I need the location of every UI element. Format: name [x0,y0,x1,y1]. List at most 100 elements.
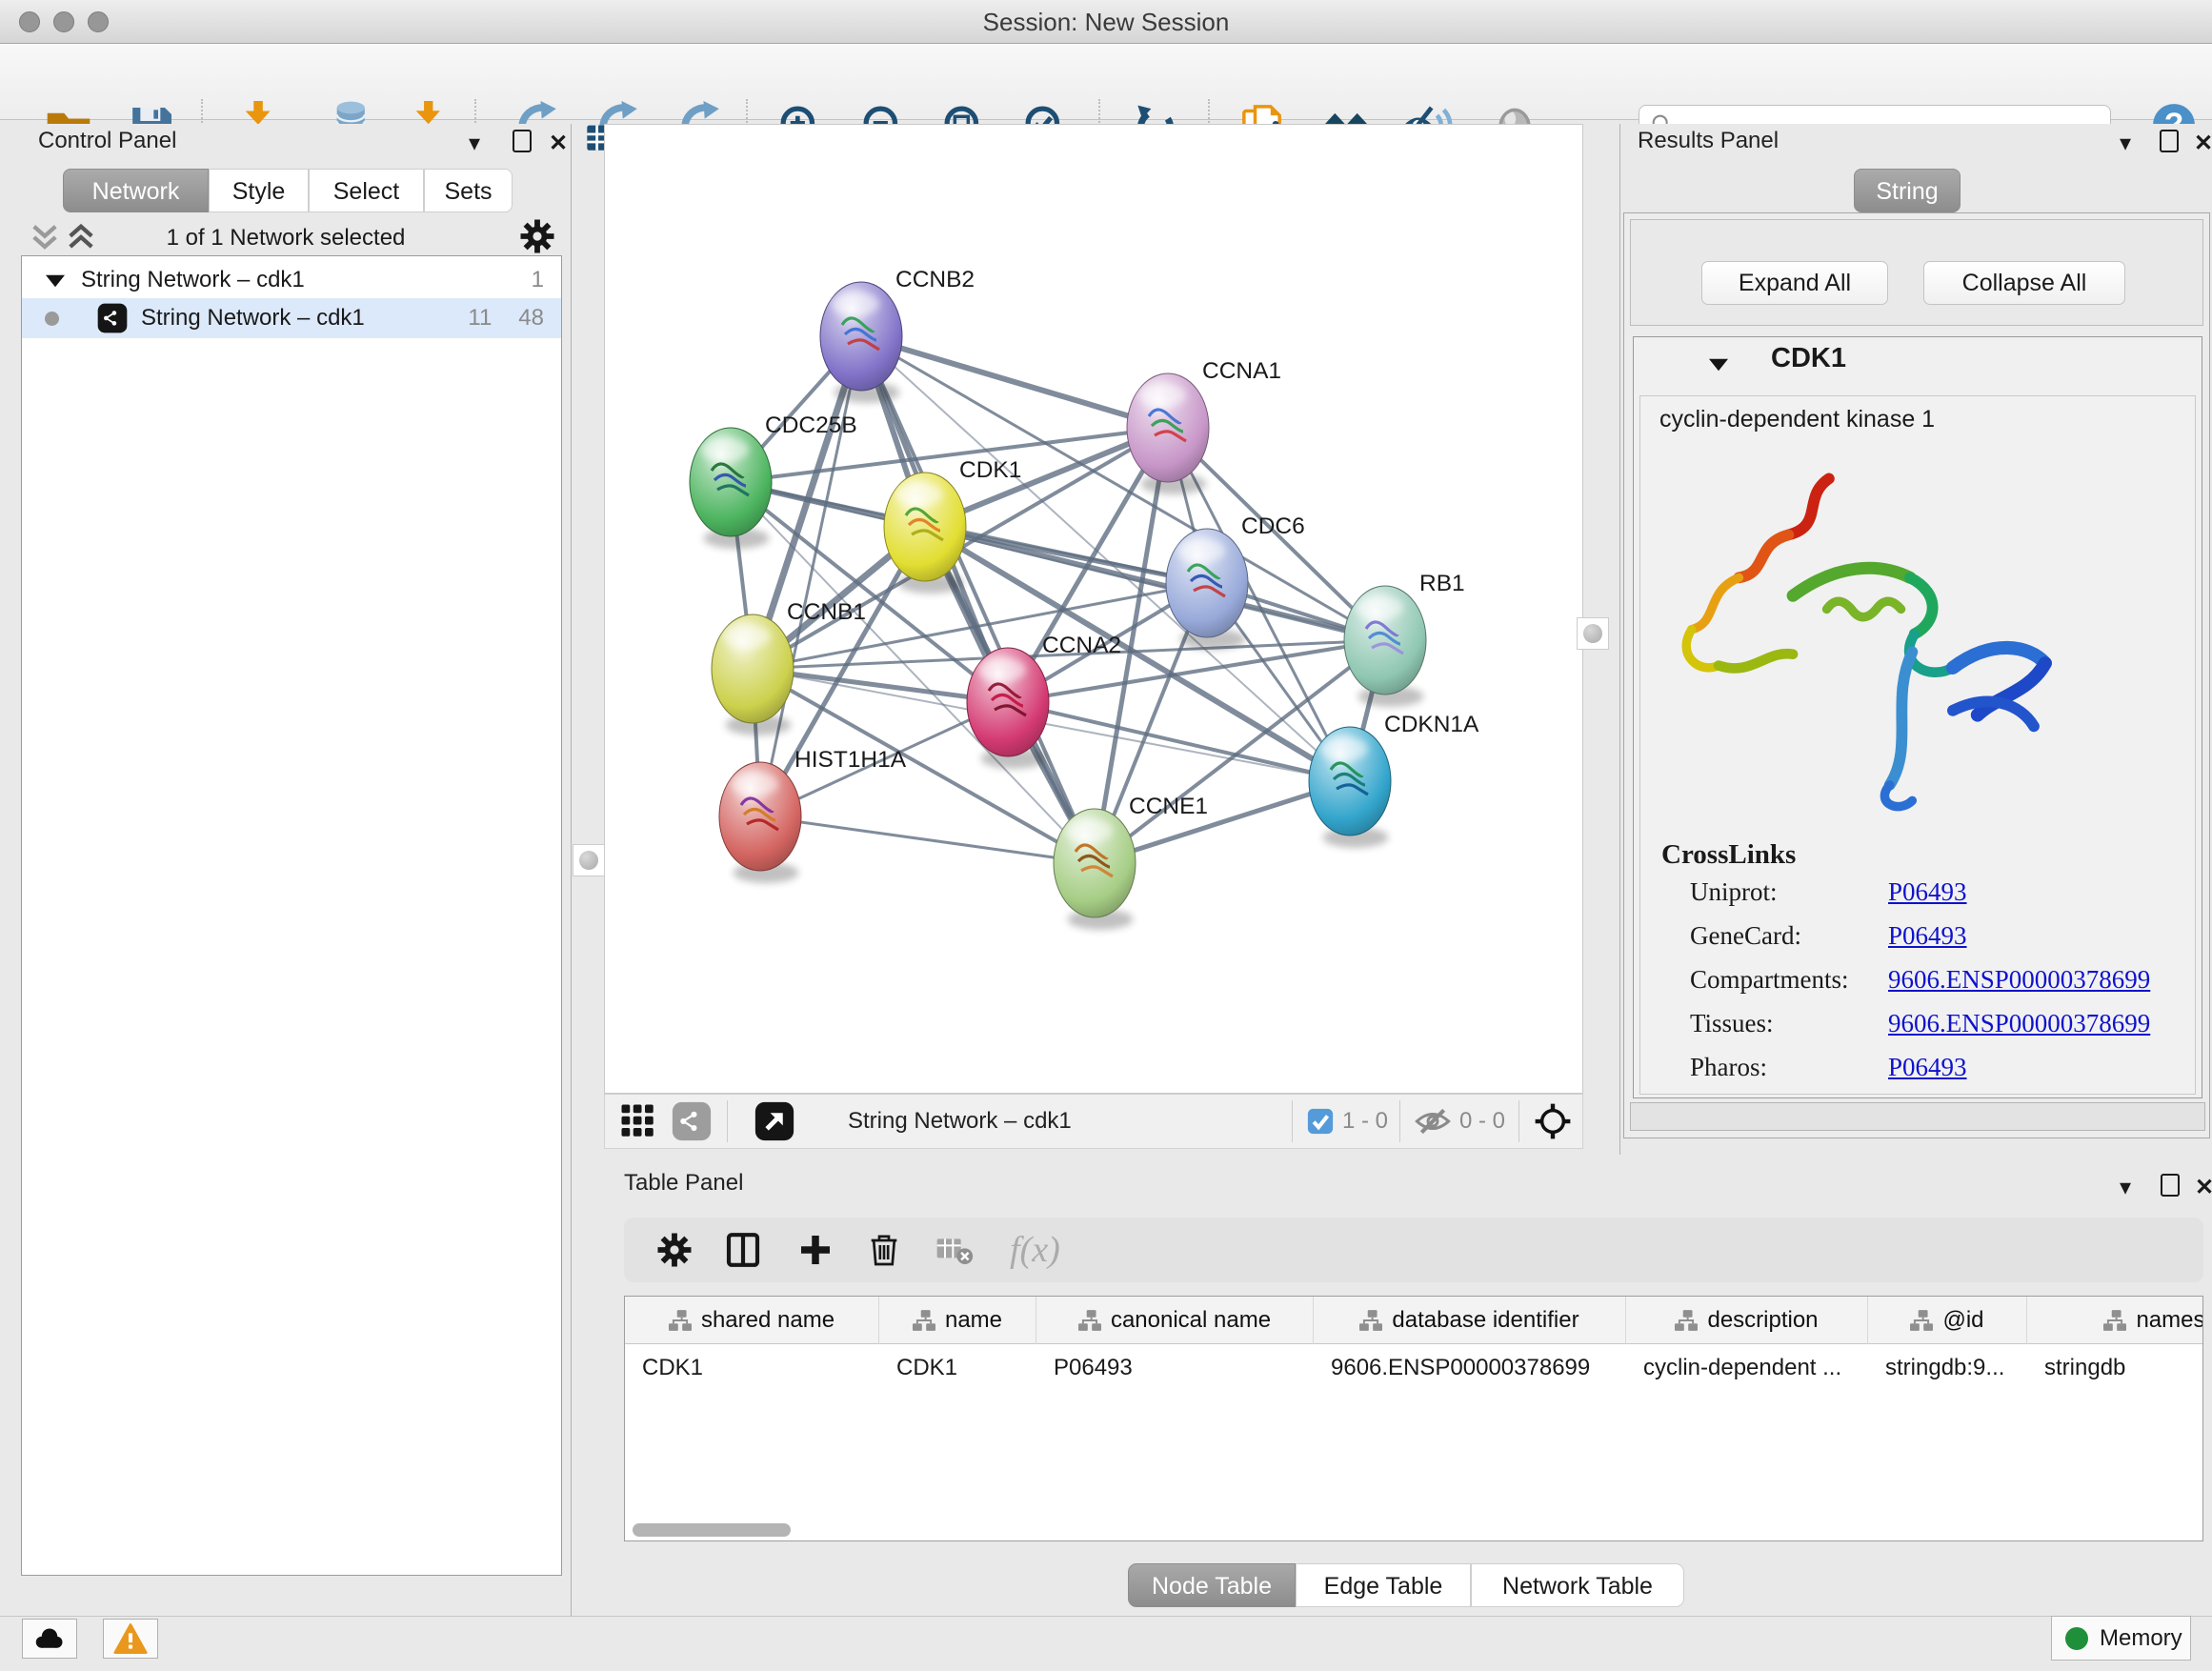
detach-view-icon[interactable] [754,1101,794,1141]
network-node-CDC6[interactable] [1166,529,1248,637]
tree-icon [913,1310,935,1331]
protein-symbol[interactable]: CDK1 [1771,343,1846,374]
tab-select[interactable]: Select [309,169,424,212]
crosslink-tissues[interactable]: 9606.ENSP00000378699 [1888,1009,2150,1037]
table-cell[interactable]: stringdb [2027,1344,2203,1392]
crosslink-label: GeneCard: [1690,921,1888,951]
show-columns-icon[interactable] [724,1231,762,1269]
collection-expander-icon[interactable] [43,271,68,290]
crosslink-pharos[interactable]: P06493 [1888,1053,1967,1081]
network-node-CCNE1[interactable] [1054,809,1136,917]
tree-icon [2103,1310,2126,1331]
network-node-CDKN1A[interactable] [1309,727,1391,836]
network-node-count: 11 [468,305,492,332]
collection-label: String Network – cdk1 [81,267,305,293]
network-node-CCNB2[interactable] [820,282,902,391]
splitter-handle-left[interactable] [573,844,605,876]
tab-node-table[interactable]: Node Table [1128,1563,1296,1607]
add-column-icon[interactable] [796,1231,835,1269]
panel-menu-icon[interactable]: ▾ [469,130,480,158]
hidden-eye-icon[interactable] [1414,1102,1452,1140]
column-header-canonical-name[interactable]: canonical name [1036,1297,1314,1344]
network-options-gear-icon[interactable] [518,217,556,255]
column-header-shared-name[interactable]: shared name [625,1297,879,1344]
tab-network-table[interactable]: Network Table [1471,1563,1684,1607]
table-row[interactable]: CDK1CDK1P064939606.ENSP00000378699cyclin… [625,1344,2203,1392]
results-menu-icon[interactable]: ▾ [2120,130,2131,158]
node-label-CCNB2: CCNB2 [895,267,975,292]
crosslink-compartments[interactable]: 9606.ENSP00000378699 [1888,965,2150,994]
panel-close-icon[interactable]: ✕ [549,130,568,158]
warnings-button[interactable] [103,1619,158,1659]
expand-all-button[interactable]: Expand All [1701,261,1888,305]
network-node-CDC25B[interactable] [690,428,772,536]
results-scroll-strip[interactable] [1630,1102,2205,1131]
table-close-icon[interactable]: ✕ [2195,1174,2212,1202]
panel-float-icon[interactable] [513,130,532,160]
column-header-description[interactable]: description [1626,1297,1868,1344]
results-float-icon[interactable] [2160,130,2179,160]
network-row-selected[interactable]: String Network – cdk1 11 48 [22,298,561,338]
crosslink-uniprot[interactable]: P06493 [1888,877,1967,906]
delete-table-icon[interactable] [935,1231,974,1269]
table-float-icon[interactable] [2161,1174,2180,1204]
table-horizontal-scrollbar[interactable] [633,1523,791,1537]
warning-icon [113,1622,148,1655]
column-label: database identifier [1392,1307,1579,1334]
cloud-status-button[interactable] [22,1619,77,1659]
splitter-handle-right[interactable] [1577,617,1609,650]
table-settings-gear-icon[interactable] [655,1231,694,1269]
table-cell[interactable]: CDK1 [879,1344,1036,1392]
node-label-RB1: RB1 [1419,571,1465,596]
crosslink-genecard[interactable]: P06493 [1888,921,1967,950]
table-cell[interactable]: P06493 [1036,1344,1314,1392]
column-label: canonical name [1111,1307,1271,1334]
network-row-label: String Network – cdk1 [141,305,365,332]
network-node-CDK1[interactable] [884,473,966,581]
node-label-CCNE1: CCNE1 [1129,794,1208,819]
network-edge[interactable] [760,816,1095,863]
network-node-HIST1H1A[interactable] [719,762,801,871]
expand-all-networks-icon[interactable] [65,223,97,252]
collapse-all-networks-icon[interactable] [29,223,61,252]
network-edge[interactable] [1008,702,1350,781]
column-header-namespace[interactable]: namespace [2027,1297,2203,1344]
network-graph[interactable]: CCNB2CCNA1CDC25BCDK1CDC6RB1CCNB1CCNA2CDK… [605,125,1584,1095]
delete-column-icon[interactable] [865,1231,903,1269]
table-cell[interactable]: CDK1 [625,1344,879,1392]
crosslink-row: Uniprot:P06493 [1690,877,2185,907]
function-builder-button[interactable]: f(x) [1010,1229,1060,1271]
network-badge-icon[interactable] [672,1101,712,1141]
column-header--id[interactable]: @id [1868,1297,2027,1344]
network-node-RB1[interactable] [1344,586,1426,695]
column-label: description [1707,1307,1818,1334]
collapse-all-button[interactable]: Collapse All [1923,261,2125,305]
table-menu-icon[interactable]: ▾ [2120,1174,2131,1202]
network-node-CCNA2[interactable] [967,648,1049,756]
network-collection-row[interactable]: String Network – cdk1 1 [22,262,561,298]
network-node-CCNB1[interactable] [712,614,794,723]
tab-edge-table[interactable]: Edge Table [1296,1563,1471,1607]
network-canvas[interactable]: CCNB2CCNA1CDC25BCDK1CDC6RB1CCNB1CCNA2CDK… [604,124,1583,1094]
crosslinks-heading: CrossLinks [1661,839,1796,871]
table-cell[interactable]: 9606.ENSP00000378699 [1314,1344,1626,1392]
network-edge[interactable] [861,336,1168,428]
tab-sets[interactable]: Sets [424,169,513,212]
network-edge[interactable] [760,336,861,816]
selected-checkbox-icon[interactable] [1306,1107,1335,1136]
column-header-name[interactable]: name [879,1297,1036,1344]
network-edge[interactable] [861,336,1095,863]
table-cell[interactable]: stringdb:9... [1868,1344,2027,1392]
network-node-CCNA1[interactable] [1127,373,1209,482]
memory-button[interactable]: Memory [2051,1616,2191,1661]
column-header-database-identifier[interactable]: database identifier [1314,1297,1626,1344]
column-label: @id [1942,1307,1983,1334]
table-cell[interactable]: cyclin-dependent ... [1626,1344,1868,1392]
protein-card-expander-icon[interactable] [1706,354,1731,373]
tab-string[interactable]: String [1854,169,1961,212]
results-close-icon[interactable]: ✕ [2194,130,2212,158]
grid-view-icon[interactable] [618,1101,658,1141]
tab-style[interactable]: Style [209,169,309,212]
tab-network[interactable]: Network [63,169,209,212]
birdseye-toggle-icon[interactable] [1533,1101,1573,1141]
